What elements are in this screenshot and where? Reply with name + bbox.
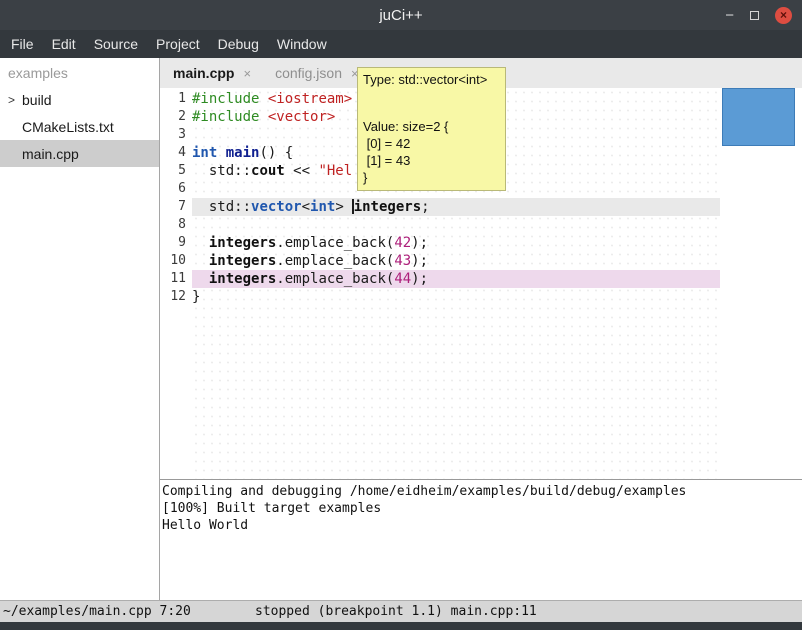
line-number: 8 <box>160 216 192 234</box>
menu-item-debug[interactable]: Debug <box>209 30 268 58</box>
menu-item-file[interactable]: File <box>2 30 43 58</box>
terminal-line: Hello World <box>162 517 802 534</box>
tab-close-icon[interactable]: × <box>243 66 251 81</box>
status-bar: ~/examples/main.cpp 7:20 stopped (breakp… <box>0 600 802 622</box>
code-line-7[interactable]: 7 std::vector<int> integers; <box>160 198 720 216</box>
menu-item-window[interactable]: Window <box>268 30 336 58</box>
tooltip-value-block: Value: size=2 { [0] = 42 [1] = 43 } <box>363 118 499 186</box>
tree-item-CMakeLists.txt[interactable]: CMakeLists.txt <box>0 113 159 140</box>
line-number: 1 <box>160 90 192 108</box>
menu-item-project[interactable]: Project <box>147 30 209 58</box>
status-debug-state: stopped (breakpoint 1.1) main.cpp:11 <box>255 604 537 619</box>
window-controls: − × <box>725 0 792 30</box>
app-window: juCi++ − × FileEditSourceProjectDebugWin… <box>0 0 802 630</box>
line-number: 9 <box>160 234 192 252</box>
tooltip-type-text: Type: std::vector<int> <box>363 71 499 88</box>
close-icon[interactable]: × <box>775 7 792 24</box>
line-number: 10 <box>160 252 192 270</box>
tooltip-value-line: Value: size=2 { <box>363 118 499 135</box>
terminal-line: Compiling and debugging /home/eidheim/ex… <box>162 483 802 500</box>
line-number: 4 <box>160 144 192 162</box>
code-text: integers.emplace_back(44); <box>192 270 720 288</box>
line-number: 11 <box>160 270 192 288</box>
window-title: juCi++ <box>379 7 422 24</box>
terminal-line: [100%] Built target examples <box>162 500 802 517</box>
terminal-output[interactable]: Compiling and debugging /home/eidheim/ex… <box>160 479 802 600</box>
code-text: integers.emplace_back(42); <box>192 234 720 252</box>
line-number: 12 <box>160 288 192 306</box>
code-line-10[interactable]: 10 integers.emplace_back(43); <box>160 252 720 270</box>
line-number: 2 <box>160 108 192 126</box>
menu-item-edit[interactable]: Edit <box>43 30 85 58</box>
menu-item-source[interactable]: Source <box>85 30 147 58</box>
debug-value-tooltip: Type: std::vector<int> Value: size=2 { [… <box>357 67 506 191</box>
source-map-thumb[interactable] <box>722 88 795 146</box>
tooltip-value-line: } <box>363 169 499 186</box>
code-line-8[interactable]: 8 <box>160 216 720 234</box>
code-line-9[interactable]: 9 integers.emplace_back(42); <box>160 234 720 252</box>
minimize-icon[interactable]: − <box>725 8 734 23</box>
line-number: 5 <box>160 162 192 180</box>
code-line-12[interactable]: 12} <box>160 288 720 306</box>
menu-bar: FileEditSourceProjectDebugWindow <box>0 30 802 58</box>
tooltip-value-line: [1] = 43 <box>363 152 499 169</box>
expander-chevron-icon[interactable]: > <box>8 93 22 107</box>
titlebar[interactable]: juCi++ − × <box>0 0 802 30</box>
source-map[interactable] <box>720 88 802 479</box>
file-tree: >build CMakeLists.txt main.cpp <box>0 86 159 167</box>
line-number: 3 <box>160 126 192 144</box>
tab-main.cpp[interactable]: main.cpp × <box>161 58 263 88</box>
tree-item-label: CMakeLists.txt <box>22 119 114 135</box>
file-tree-sidebar: examples >build CMakeLists.txt main.cpp <box>0 58 160 600</box>
code-text <box>192 216 720 234</box>
tab-label: main.cpp <box>173 65 234 81</box>
tab-config.json[interactable]: config.json× <box>263 58 371 88</box>
project-name: examples <box>0 58 159 86</box>
bottom-strip <box>0 622 802 630</box>
line-number: 6 <box>160 180 192 198</box>
code-text: integers.emplace_back(43); <box>192 252 720 270</box>
tree-item-label: main.cpp <box>22 146 79 162</box>
restore-icon[interactable] <box>750 11 759 20</box>
tab-label: config.json <box>275 65 342 81</box>
line-number: 7 <box>160 198 192 216</box>
tree-item-build[interactable]: >build <box>0 86 159 113</box>
tree-item-main.cpp[interactable]: main.cpp <box>0 140 159 167</box>
tree-item-label: build <box>22 92 52 108</box>
tooltip-value-line: [0] = 42 <box>363 135 499 152</box>
code-line-11[interactable]: 11 integers.emplace_back(44); <box>160 270 720 288</box>
status-file-position: ~/examples/main.cpp 7:20 <box>3 604 191 619</box>
code-text: } <box>192 288 720 306</box>
code-text: std::vector<int> integers; <box>192 198 720 216</box>
